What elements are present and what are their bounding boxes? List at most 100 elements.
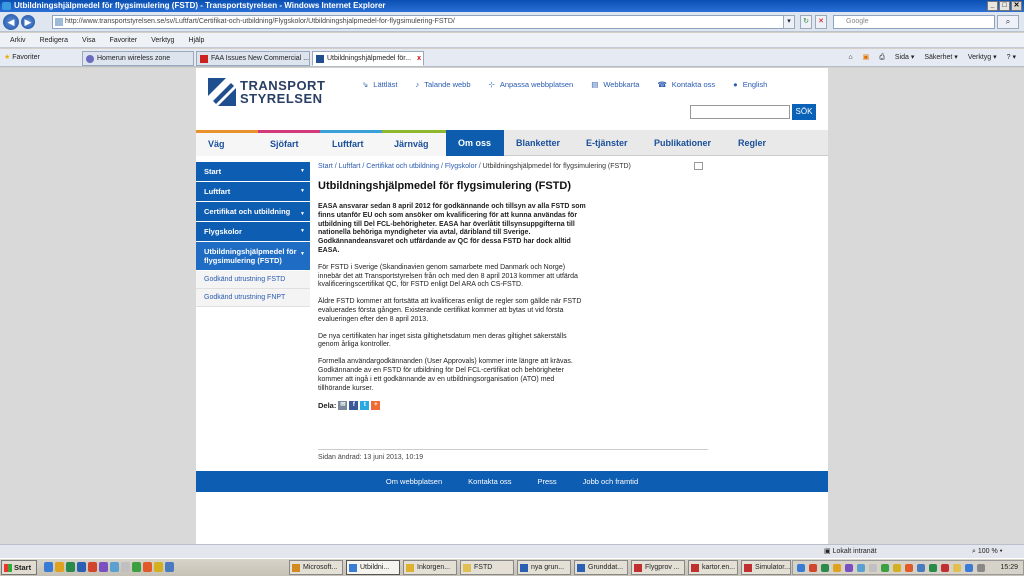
breadcrumb-start[interactable]: Start: [318, 163, 333, 170]
app-quicklaunch-icon[interactable]: [121, 562, 130, 572]
tray-icon[interactable]: [929, 564, 937, 572]
menu-sida[interactable]: Sida ▾: [895, 52, 914, 64]
nav-e-tjanster[interactable]: E-tjänster: [574, 130, 642, 156]
link-talande-webb[interactable]: ♪ Talande webb: [415, 80, 470, 89]
nav-blanketter[interactable]: Blanketter: [504, 130, 574, 156]
more-share-icon[interactable]: +: [371, 401, 381, 411]
footer-link-om-webbplatsen[interactable]: Om webbplatsen: [386, 471, 442, 492]
tray-icon[interactable]: [917, 564, 925, 572]
footer-link-kontakta[interactable]: Kontakta oss: [468, 471, 511, 492]
app-quicklaunch-icon[interactable]: [99, 562, 108, 572]
minimize-button[interactable]: _: [987, 1, 998, 11]
tab-homerun[interactable]: Homerun wireless zone: [82, 51, 194, 66]
nav-om-oss[interactable]: Om oss: [446, 130, 504, 156]
taskbar-item[interactable]: nya grun...: [517, 560, 571, 575]
address-field[interactable]: http://www.transportstyrelsen.se/sv/Luft…: [52, 15, 794, 29]
ie-quicklaunch-icon[interactable]: [44, 562, 53, 572]
sidebar-item-certifikat[interactable]: Certifikat och utbildning: [196, 202, 310, 222]
tray-icon[interactable]: [905, 564, 913, 572]
maximize-button[interactable]: □: [999, 1, 1010, 11]
link-english[interactable]: ● English: [733, 80, 767, 89]
footer-link-jobb[interactable]: Jobb och framtid: [583, 471, 638, 492]
excel-quicklaunch-icon[interactable]: [66, 562, 75, 572]
menu-favoriter[interactable]: Favoriter: [109, 33, 137, 47]
site-search-button[interactable]: SÖK: [792, 104, 816, 120]
app-quicklaunch-icon[interactable]: [165, 562, 174, 572]
stop-button[interactable]: ✕: [815, 15, 827, 29]
app-quicklaunch-icon[interactable]: [110, 562, 119, 572]
facebook-share-icon[interactable]: f: [349, 401, 359, 411]
tray-icon[interactable]: [953, 564, 961, 572]
taskbar-item[interactable]: Inkorgen...: [403, 560, 457, 575]
app-quicklaunch-icon[interactable]: [132, 562, 141, 572]
footer-link-press[interactable]: Press: [538, 471, 557, 492]
zoom-level[interactable]: ⌕ 100 % ▾: [972, 545, 1003, 558]
print-page-icon[interactable]: [694, 162, 703, 170]
tray-icon[interactable]: [893, 564, 901, 572]
search-input[interactable]: Google: [833, 15, 995, 29]
link-lattlast[interactable]: ⇘ Lättläst: [362, 80, 397, 89]
taskbar-item[interactable]: Flygprov ...: [631, 560, 685, 575]
sidebar-item-flygskolor[interactable]: Flygskolor: [196, 222, 310, 242]
taskbar-item[interactable]: Microsoft...: [289, 560, 343, 575]
clock[interactable]: 15:29: [1000, 561, 1018, 574]
home-icon[interactable]: ⌂: [848, 52, 852, 64]
email-share-icon[interactable]: ✉: [338, 401, 348, 411]
close-window-button[interactable]: ✕: [1011, 1, 1022, 11]
menu-arkiv[interactable]: Arkiv: [10, 33, 26, 47]
sidebar-item-fstd[interactable]: Utbildningshjälpmedel för flygsimulering…: [196, 242, 310, 271]
ppt-quicklaunch-icon[interactable]: [88, 562, 97, 572]
nav-jarnvag[interactable]: Järnväg: [382, 130, 446, 156]
link-kontakta[interactable]: ☎ Kontakta oss: [657, 80, 715, 89]
link-webbkarta[interactable]: ▤ Webbkarta: [591, 80, 639, 89]
back-button[interactable]: ◀: [3, 14, 19, 30]
tab-close-icon[interactable]: x: [417, 52, 421, 65]
feeds-icon[interactable]: ▣: [863, 52, 870, 64]
taskbar-item[interactable]: Utbildni...: [346, 560, 400, 575]
taskbar-item[interactable]: kartor.en...: [688, 560, 738, 575]
menu-hjalp[interactable]: Hjälp: [188, 33, 204, 47]
address-dropdown-icon[interactable]: ▾: [783, 15, 795, 29]
tray-icon[interactable]: [833, 564, 841, 572]
nav-sjofart[interactable]: Sjöfart: [258, 130, 320, 156]
sidebar-subitem-fstd[interactable]: Godkänd utrustning FSTD: [196, 271, 310, 289]
menu-sakerhet[interactable]: Säkerhet ▾: [924, 52, 957, 64]
tray-icon[interactable]: [941, 564, 949, 572]
taskbar-item[interactable]: Grunddat...: [574, 560, 628, 575]
forward-button[interactable]: ▶: [21, 15, 35, 29]
taskbar-item[interactable]: Simulator...: [741, 560, 791, 575]
network-icon[interactable]: [965, 564, 973, 572]
menu-visa[interactable]: Visa: [82, 33, 96, 47]
nav-publikationer[interactable]: Publikationer: [642, 130, 726, 156]
taskbar-item[interactable]: FSTD: [460, 560, 514, 575]
menu-verktyg[interactable]: Verktyg: [151, 33, 174, 47]
folder-quicklaunch-icon[interactable]: [55, 562, 64, 572]
favorites-button[interactable]: ★ Favoriter: [4, 52, 40, 64]
word-quicklaunch-icon[interactable]: [77, 562, 86, 572]
tab-faa[interactable]: FAA Issues New Commercial ...: [196, 51, 310, 66]
tray-icon[interactable]: [845, 564, 853, 572]
sidebar-subitem-fnpt[interactable]: Godkänd utrustning FNPT: [196, 289, 310, 307]
nav-vag[interactable]: Väg: [196, 130, 258, 156]
sidebar-item-luftfart[interactable]: Luftfart: [196, 182, 310, 202]
breadcrumb-luftfart[interactable]: Luftfart: [339, 163, 361, 170]
print-icon[interactable]: ⎙: [879, 52, 885, 64]
help-menu[interactable]: ? ▾: [1007, 52, 1016, 64]
tray-icon[interactable]: [869, 564, 877, 572]
nav-regler[interactable]: Regler: [726, 130, 776, 156]
refresh-button[interactable]: ↻: [800, 15, 812, 29]
tray-icon[interactable]: [857, 564, 865, 572]
start-button[interactable]: Start: [1, 560, 37, 575]
volume-icon[interactable]: [977, 564, 985, 572]
menu-redigera[interactable]: Redigera: [40, 33, 68, 47]
tab-utbildning[interactable]: Utbildningshjälpmedel för... x: [312, 51, 424, 66]
menu-verktyg-cmd[interactable]: Verktyg ▾: [968, 52, 997, 64]
sidebar-item-start[interactable]: Start: [196, 162, 310, 182]
app-quicklaunch-icon[interactable]: [154, 562, 163, 572]
site-search-input[interactable]: [690, 105, 790, 119]
twitter-share-icon[interactable]: t: [360, 401, 370, 411]
tray-icon[interactable]: [809, 564, 817, 572]
link-anpassa[interactable]: ⊹ Anpassa webbplatsen: [489, 80, 574, 89]
app-quicklaunch-icon[interactable]: [143, 562, 152, 572]
nav-luftfart[interactable]: Luftfart: [320, 130, 382, 156]
